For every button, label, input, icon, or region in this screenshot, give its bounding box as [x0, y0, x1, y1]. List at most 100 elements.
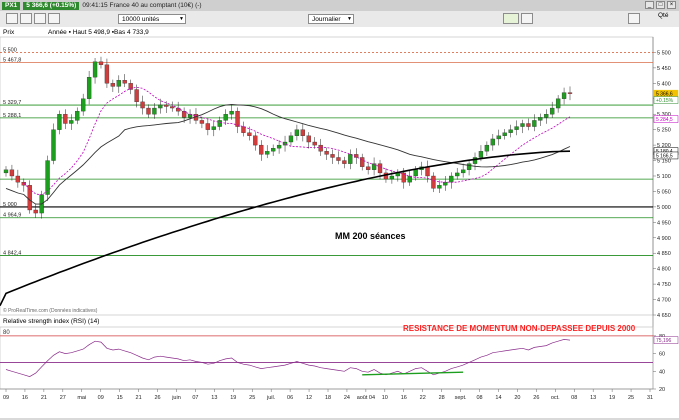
price-axis-label: 4 650: [657, 313, 671, 319]
candle-body: [389, 175, 395, 180]
price-axis-label: 5 450: [657, 66, 671, 72]
price-chart-svg[interactable]: 5 5005 4505 4005 3505 3005 2505 2005 150…: [0, 27, 679, 418]
level-label: 5 288,1: [3, 113, 21, 119]
source-note: © ProRealTime.com (Données indicatives): [3, 307, 98, 314]
price-tag-text: 5 284,5: [656, 117, 673, 123]
time-axis-label: oct.: [551, 395, 560, 401]
candle-body: [69, 120, 74, 124]
candle-body: [466, 163, 472, 170]
chart-type-icon[interactable]: [503, 13, 519, 24]
time-axis-label: 08: [571, 395, 577, 401]
candle-body: [265, 151, 270, 155]
price-axis-label: 5 050: [657, 189, 671, 195]
candle-body: [3, 169, 9, 174]
quantity-label: Qté: [658, 12, 669, 19]
candle-body: [9, 169, 15, 177]
candle-body: [431, 175, 436, 189]
price-axis-label: 4 950: [657, 220, 671, 226]
candle-body: [33, 209, 38, 214]
time-axis-label: 22: [420, 395, 426, 401]
pointer-icon[interactable]: [6, 13, 18, 24]
candle-body: [538, 117, 543, 121]
period-select[interactable]: Journalier ▼: [308, 14, 354, 24]
candle-body: [81, 98, 86, 112]
candle-body: [152, 107, 157, 115]
time-axis-label: 26: [533, 395, 539, 401]
price-axis-label: 4 900: [657, 236, 671, 242]
rsi-value-tag-text: 75,196: [656, 338, 672, 344]
units-select-value: 10000 unités: [122, 16, 160, 23]
time-axis-label: 06: [287, 395, 293, 401]
candle-body: [21, 182, 26, 186]
candle-body: [365, 166, 371, 170]
candle-body: [98, 61, 104, 65]
time-axis-label: 10: [382, 395, 388, 401]
drawing-tools-icon[interactable]: [20, 13, 32, 24]
units-select[interactable]: 10000 unités ▼: [118, 14, 186, 24]
ticker-badge[interactable]: PX1: [2, 1, 21, 10]
candle-body: [51, 129, 56, 161]
candle-body: [288, 135, 294, 143]
indicators-icon[interactable]: [34, 13, 46, 24]
chart-area[interactable]: 5 5005 4505 4005 3505 3005 2505 2005 150…: [0, 27, 679, 418]
zoom-icon[interactable]: [48, 13, 60, 24]
candle-body: [312, 141, 317, 146]
candle-body: [526, 123, 531, 127]
candle-body: [235, 110, 240, 127]
level-label: 5 500: [3, 47, 17, 53]
minimize-button[interactable]: _: [645, 1, 654, 9]
time-axis-label: 19: [609, 395, 615, 401]
candle-body: [104, 64, 110, 84]
candle-body: [306, 135, 311, 143]
candle-body: [57, 114, 62, 130]
candle-body: [259, 144, 264, 155]
candle-body: [164, 104, 169, 107]
candle-body: [377, 163, 383, 174]
level-label: 5 000: [3, 202, 17, 208]
title-left: PX1 5 366,6 (+0.15%) 09:41:15 France 40 …: [2, 1, 202, 10]
time-axis-label: 19: [230, 395, 236, 401]
candle-body: [300, 129, 305, 136]
time-axis-label: 16: [22, 395, 28, 401]
candle-body: [425, 166, 430, 177]
candle-body: [271, 148, 276, 152]
price-axis-label: 5 500: [657, 50, 671, 56]
price-axis-label: 5 100: [657, 174, 671, 180]
candle-body: [342, 160, 347, 164]
time-axis-label: 28: [439, 395, 445, 401]
candle-body: [472, 157, 478, 164]
rsi-axis-label: 60: [659, 352, 665, 358]
candle-body: [443, 182, 448, 186]
price-axis-label: 5 000: [657, 205, 671, 211]
candle-body: [140, 101, 145, 109]
time-axis-label: 24: [344, 395, 350, 401]
candle-body: [276, 144, 282, 149]
expand-icon[interactable]: [628, 13, 640, 24]
candle-body: [514, 126, 519, 130]
candle-body: [318, 144, 323, 152]
candle-body: [348, 154, 353, 164]
candle-body: [86, 77, 92, 99]
time-axis-label: 20: [514, 395, 520, 401]
candle-body: [158, 104, 163, 109]
candle-body: [134, 89, 139, 103]
settings-icon[interactable]: [521, 13, 533, 24]
candle-body: [330, 154, 335, 158]
candle-body: [555, 98, 561, 109]
time-axis-label: 21: [136, 395, 142, 401]
time-axis-label: sept.: [455, 395, 467, 401]
time-axis-label: 12: [306, 395, 312, 401]
candle-body: [502, 132, 507, 136]
candle-body: [217, 120, 222, 127]
candle-body: [63, 114, 68, 124]
candle-body: [449, 175, 454, 183]
maximize-button[interactable]: □: [656, 1, 665, 9]
level-label: 4 842,4: [3, 251, 21, 257]
time-axis-label: 09: [3, 395, 9, 401]
chevron-down-icon: ▼: [179, 16, 184, 22]
candle-body: [437, 185, 442, 189]
time-axis-label: 09: [98, 395, 104, 401]
close-button[interactable]: ×: [667, 1, 676, 9]
time-axis-label: 25: [249, 395, 255, 401]
price-axis-label: 4 850: [657, 251, 671, 257]
